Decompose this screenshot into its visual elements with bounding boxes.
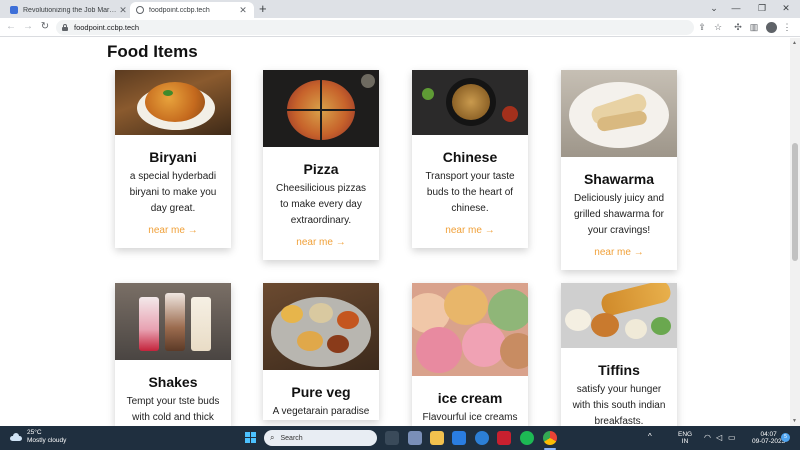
scroll-down-icon[interactable]: ▼ <box>792 418 797 424</box>
section-title: Food Items <box>107 42 198 61</box>
url-text: foodpoint.ccbp.tech <box>74 23 140 32</box>
scrollbar-thumb[interactable] <box>792 143 798 261</box>
tab-title: foodpoint.ccbp.tech <box>149 6 210 14</box>
card-description: A vegetarain paradise <box>272 406 370 417</box>
tab-title: Revolutionizing the Job Market | <box>23 6 118 14</box>
card-description: Tempt your tste buds with cold and thick <box>126 396 220 423</box>
chat-icon[interactable] <box>408 431 422 445</box>
shawarma-image <box>561 70 677 157</box>
region-code: IN <box>681 438 689 445</box>
card-description: Flavourful ice creams <box>422 412 518 423</box>
back-arrow-icon[interactable]: ← <box>4 20 18 34</box>
near-me-link[interactable]: near me → <box>561 247 677 270</box>
food-card-shawarma[interactable]: Shawarma Deliciously juicy and grilled s… <box>561 70 677 270</box>
notification-badge[interactable]: 5 <box>781 433 790 442</box>
share-icon[interactable]: ⇪ <box>696 21 708 33</box>
near-me-link[interactable]: near me → <box>263 237 379 260</box>
card-title: Shakes <box>148 374 198 390</box>
food-card-biryani[interactable]: Biryani a special hyderbadi biryani to m… <box>115 70 231 248</box>
tiffins-image <box>561 283 677 348</box>
weather-widget[interactable]: 25°C Mostly cloudy <box>10 429 66 445</box>
food-card-shakes[interactable]: Shakes Tempt your tste buds with cold an… <box>115 283 231 426</box>
close-window-button[interactable]: ✕ <box>772 1 800 15</box>
tab-foodpoint[interactable]: foodpoint.ccbp.tech ✕ <box>130 2 254 18</box>
taskbar: 25°C Mostly cloudy ⌕ Search ^ ENG IN ◠ ◁… <box>0 426 800 450</box>
lock-icon <box>62 24 68 31</box>
file-explorer-icon[interactable] <box>430 431 444 445</box>
browser-toolbar: ← → ↻ foodpoint.ccbp.tech ⇪ ☆ ✣ ▥ ⋮ <box>0 18 800 37</box>
edge-icon[interactable] <box>475 431 489 445</box>
card-description: Deliciously juicy and grilled shawarma f… <box>573 193 665 236</box>
side-panel-icon[interactable]: ▥ <box>748 21 760 33</box>
menu-dots-icon[interactable]: ⋮ <box>781 21 793 33</box>
tray-overflow-icon[interactable]: ^ <box>648 433 652 441</box>
card-title: Chinese <box>442 149 498 165</box>
biryani-image <box>115 70 231 135</box>
volume-icon[interactable]: ◁ <box>716 434 722 442</box>
cloud-icon <box>10 433 22 441</box>
food-card-ice-cream[interactable]: ice cream Flavourful ice creams <box>412 283 528 426</box>
search-icon: ⌕ <box>270 433 275 442</box>
taskbar-search[interactable]: ⌕ Search <box>264 430 377 446</box>
forward-arrow-icon[interactable]: → <box>21 20 35 34</box>
windows-start-icon[interactable] <box>244 431 258 445</box>
card-description: Cheesilicious pizzas to make every day e… <box>275 183 367 226</box>
card-title: Biryani <box>149 149 197 165</box>
chinese-image <box>412 70 528 135</box>
wifi-icon[interactable]: ◠ <box>704 434 711 442</box>
food-card-pure-veg[interactable]: Pure veg A vegetarain paradise <box>263 283 379 420</box>
search-placeholder: Search <box>280 434 303 442</box>
new-tab-button[interactable]: + <box>259 2 267 16</box>
spotify-icon[interactable] <box>520 431 534 445</box>
near-me-link[interactable]: near me → <box>115 225 231 248</box>
pure-veg-image <box>263 283 379 370</box>
card-description: satisfy your hunger with this south indi… <box>572 384 666 426</box>
close-tab-icon[interactable]: ✕ <box>238 5 248 16</box>
store-icon[interactable] <box>452 431 466 445</box>
scroll-up-icon[interactable]: ▲ <box>792 40 797 46</box>
address-bar[interactable]: foodpoint.ccbp.tech <box>56 20 694 35</box>
weather-desc: Mostly cloudy <box>27 437 67 444</box>
site-favicon-icon <box>10 6 18 14</box>
near-me-link[interactable]: near me → <box>412 225 528 248</box>
food-card-chinese[interactable]: Chinese Transport your taste buds to the… <box>412 70 528 248</box>
date: 09-07-2023 <box>752 438 786 445</box>
chrome-icon[interactable] <box>543 431 557 445</box>
card-title: Pure veg <box>291 384 351 400</box>
card-title: Tiffins <box>598 362 640 378</box>
extensions-puzzle-icon[interactable]: ✣ <box>732 21 744 33</box>
pizza-image <box>263 70 379 147</box>
card-description: Transport your taste buds to the heart o… <box>425 171 515 214</box>
tab-strip: Revolutionizing the Job Market | ✕ foodp… <box>0 0 800 18</box>
tab-job-market[interactable]: Revolutionizing the Job Market | ✕ <box>4 2 134 18</box>
weather-temp: 25°C <box>27 429 42 436</box>
task-view-icon[interactable] <box>385 431 399 445</box>
battery-icon[interactable]: ▭ <box>728 434 736 442</box>
mcafee-icon[interactable] <box>497 431 511 445</box>
bookmark-star-icon[interactable]: ☆ <box>712 21 724 33</box>
shakes-image <box>115 283 231 360</box>
reload-icon[interactable]: ↻ <box>38 20 52 34</box>
page-scrollbar[interactable]: ▲ ▼ <box>790 38 800 426</box>
language-indicator[interactable]: ENG IN <box>678 431 692 445</box>
card-title: Shawarma <box>583 171 655 187</box>
page-viewport: Food Items Biryani a special hyderbadi b… <box>0 38 790 426</box>
ice-cream-image <box>412 283 528 376</box>
globe-icon <box>136 6 144 14</box>
card-description: a special hyderbadi biryani to make you … <box>129 171 217 214</box>
card-title: Pizza <box>303 161 339 177</box>
language-code: ENG <box>678 431 693 438</box>
close-tab-icon[interactable]: ✕ <box>118 5 128 16</box>
food-card-tiffins[interactable]: Tiffins satisfy your hunger with this so… <box>561 283 677 426</box>
food-card-pizza[interactable]: Pizza Cheesilicious pizzas to make every… <box>263 70 379 260</box>
card-title: ice cream <box>437 390 503 406</box>
profile-avatar-icon[interactable] <box>766 22 777 33</box>
minimize-button[interactable]: — <box>722 1 750 15</box>
